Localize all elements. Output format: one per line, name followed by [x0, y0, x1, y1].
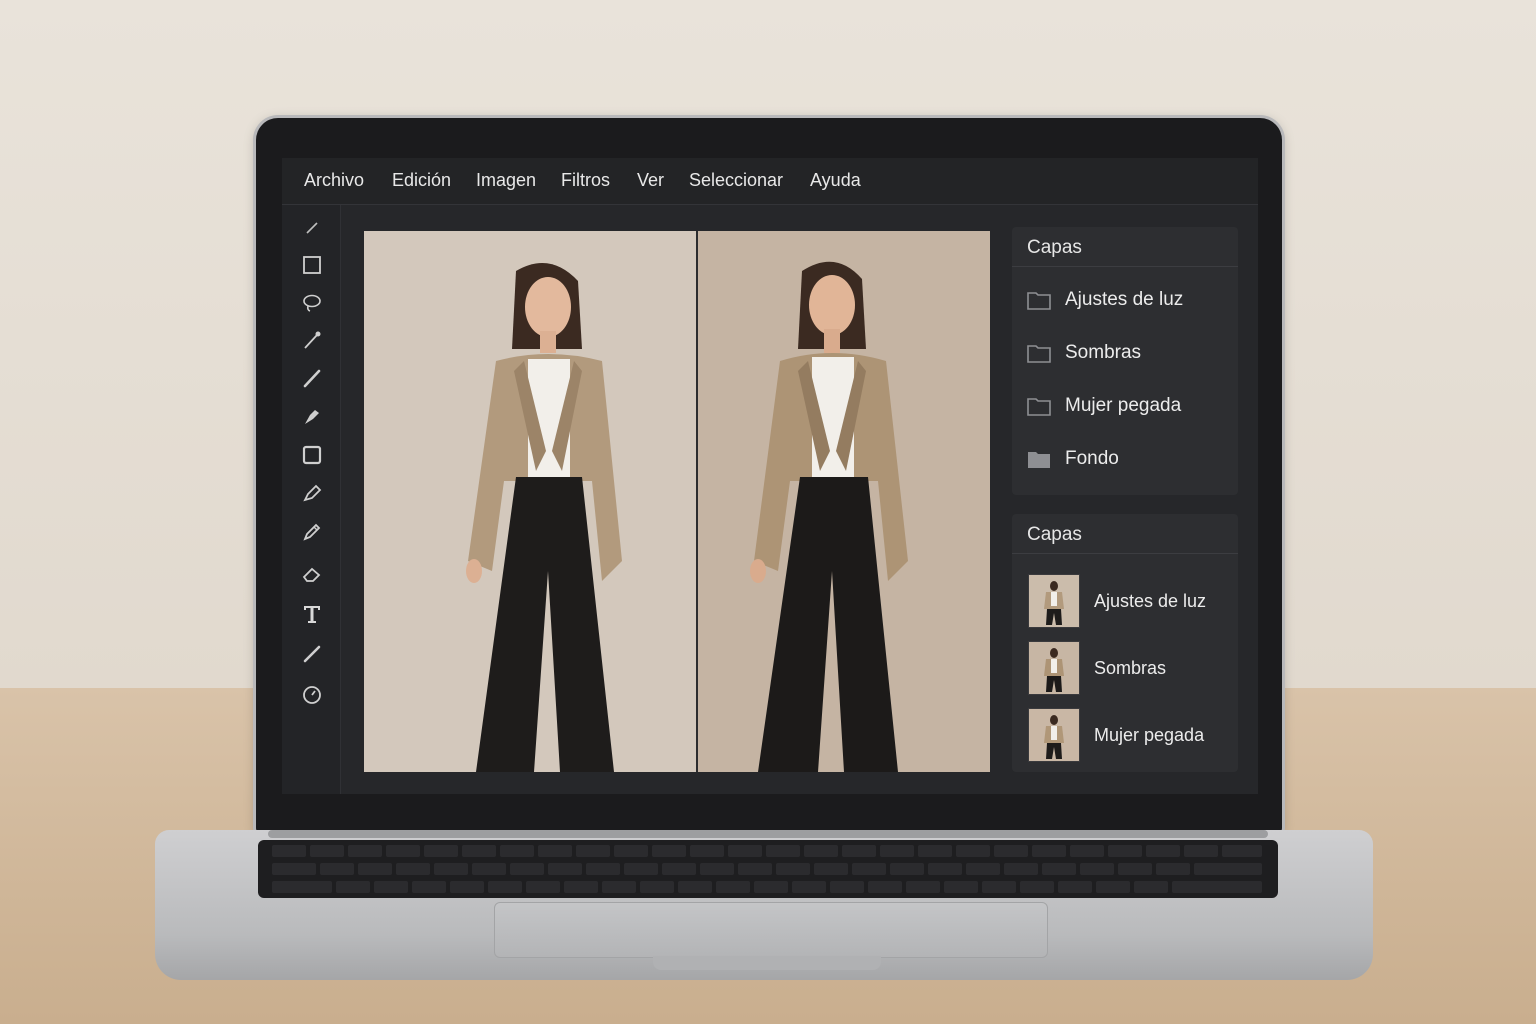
- layer-groups-panel: Capas Ajustes de luz Sombras Mujer pegad…: [1012, 227, 1238, 495]
- pencil-icon[interactable]: [299, 519, 325, 545]
- keyboard: [258, 840, 1278, 898]
- clock-icon[interactable]: [299, 682, 325, 708]
- layer-group-ajustes[interactable]: Ajustes de luz: [1027, 285, 1227, 315]
- panel-divider: [1012, 266, 1238, 267]
- trackpad: [494, 902, 1048, 958]
- layer-group-fondo[interactable]: Fondo: [1027, 444, 1227, 474]
- menu-archivo[interactable]: Archivo: [304, 170, 364, 191]
- layer-group-label: Ajustes de luz: [1065, 289, 1184, 310]
- layer-label: Mujer pegada: [1094, 724, 1205, 745]
- folder-icon: [1027, 398, 1051, 416]
- text-icon[interactable]: [299, 601, 325, 627]
- layer-label: Ajustes de luz: [1094, 590, 1207, 611]
- layers-panel: Capas Ajustes de luz Sombras Mujer pegad…: [1012, 514, 1238, 772]
- menu-ayuda[interactable]: Ayuda: [810, 170, 861, 191]
- menu-filtros[interactable]: Filtros: [561, 170, 610, 191]
- line-icon[interactable]: [299, 215, 325, 241]
- layer-thumbnail: [1028, 708, 1080, 762]
- photo-before: [364, 231, 696, 772]
- layer-group-mujer[interactable]: Mujer pegada: [1027, 391, 1227, 421]
- menu-imagen[interactable]: Imagen: [476, 170, 536, 191]
- shape-icon[interactable]: [299, 442, 325, 468]
- layer-group-label: Mujer pegada: [1065, 395, 1182, 416]
- menu-seleccionar[interactable]: Seleccionar: [689, 170, 783, 191]
- eyedropper-icon[interactable]: [299, 327, 325, 353]
- layer-group-label: Sombras: [1065, 342, 1142, 363]
- layer-group-label: Fondo: [1065, 448, 1119, 469]
- menu-ver[interactable]: Ver: [637, 170, 664, 191]
- layer-row-mujer[interactable]: Mujer pegada: [1028, 708, 1228, 762]
- slash-icon[interactable]: [299, 641, 325, 667]
- layer-label: Sombras: [1094, 657, 1167, 678]
- panel-title: Capas: [1027, 237, 1082, 258]
- editor-window: Archivo Edición Imagen Filtros Ver Selec…: [282, 158, 1258, 794]
- keyboard-keys: [272, 845, 1262, 893]
- layer-row-sombras[interactable]: Sombras: [1028, 641, 1228, 695]
- tool-panel: [282, 205, 341, 794]
- layer-row-ajustes[interactable]: Ajustes de luz: [1028, 574, 1228, 628]
- rectangle-icon[interactable]: [299, 252, 325, 278]
- lasso-icon[interactable]: [299, 290, 325, 316]
- panel-title: Capas: [1027, 524, 1082, 545]
- layer-group-sombras[interactable]: Sombras: [1027, 338, 1227, 368]
- marker-icon[interactable]: [299, 480, 325, 506]
- brush-icon[interactable]: [299, 365, 325, 391]
- menu-bar: Archivo Edición Imagen Filtros Ver Selec…: [282, 158, 1258, 205]
- lid-notch: [653, 956, 881, 970]
- eraser-icon[interactable]: [299, 561, 325, 587]
- folder-icon: [1027, 345, 1051, 363]
- photo-after: [698, 231, 990, 772]
- pen-icon[interactable]: [299, 403, 325, 429]
- menu-edicion[interactable]: Edición: [392, 170, 451, 191]
- folder-icon: [1027, 292, 1051, 310]
- layer-thumbnail: [1028, 574, 1080, 628]
- image-canvas[interactable]: [364, 231, 990, 772]
- folder-filled-icon: [1028, 452, 1050, 468]
- layer-thumbnail: [1028, 641, 1080, 695]
- panel-divider: [1012, 553, 1238, 554]
- laptop-hinge: [268, 830, 1268, 838]
